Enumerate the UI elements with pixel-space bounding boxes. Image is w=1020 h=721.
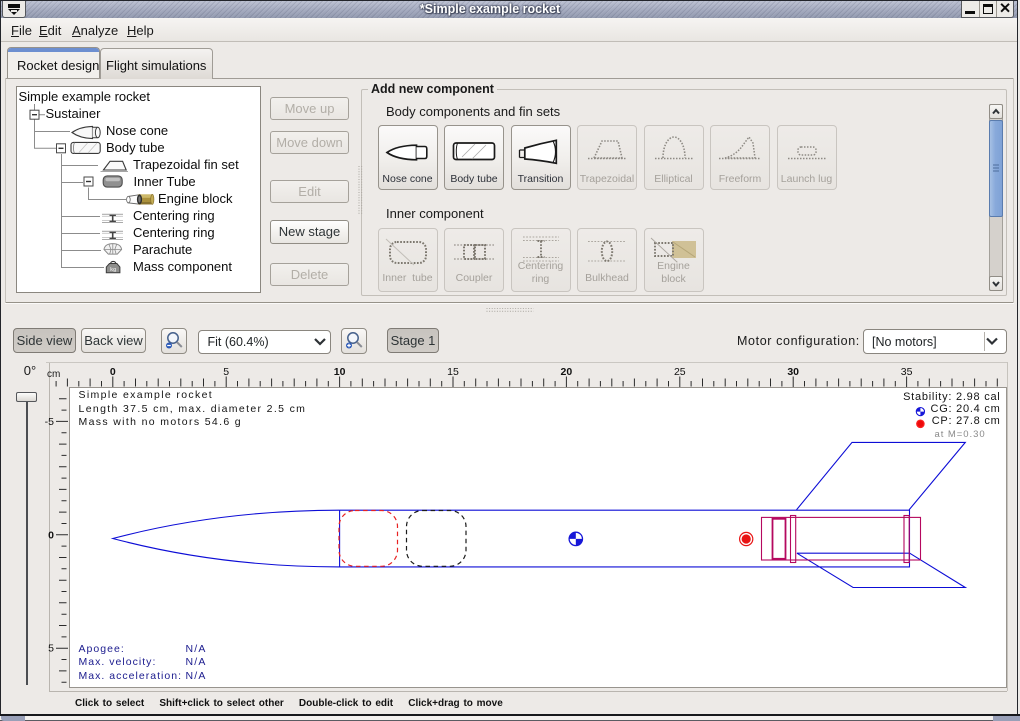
svg-text:20: 20 (561, 366, 573, 378)
svg-text:15: 15 (447, 366, 459, 378)
svg-text:5: 5 (223, 366, 229, 378)
svg-text:10: 10 (334, 366, 346, 378)
svg-text:35: 35 (901, 366, 913, 378)
svg-text:30: 30 (787, 366, 799, 378)
svg-text:25: 25 (674, 366, 686, 378)
svg-text:0: 0 (110, 366, 116, 378)
